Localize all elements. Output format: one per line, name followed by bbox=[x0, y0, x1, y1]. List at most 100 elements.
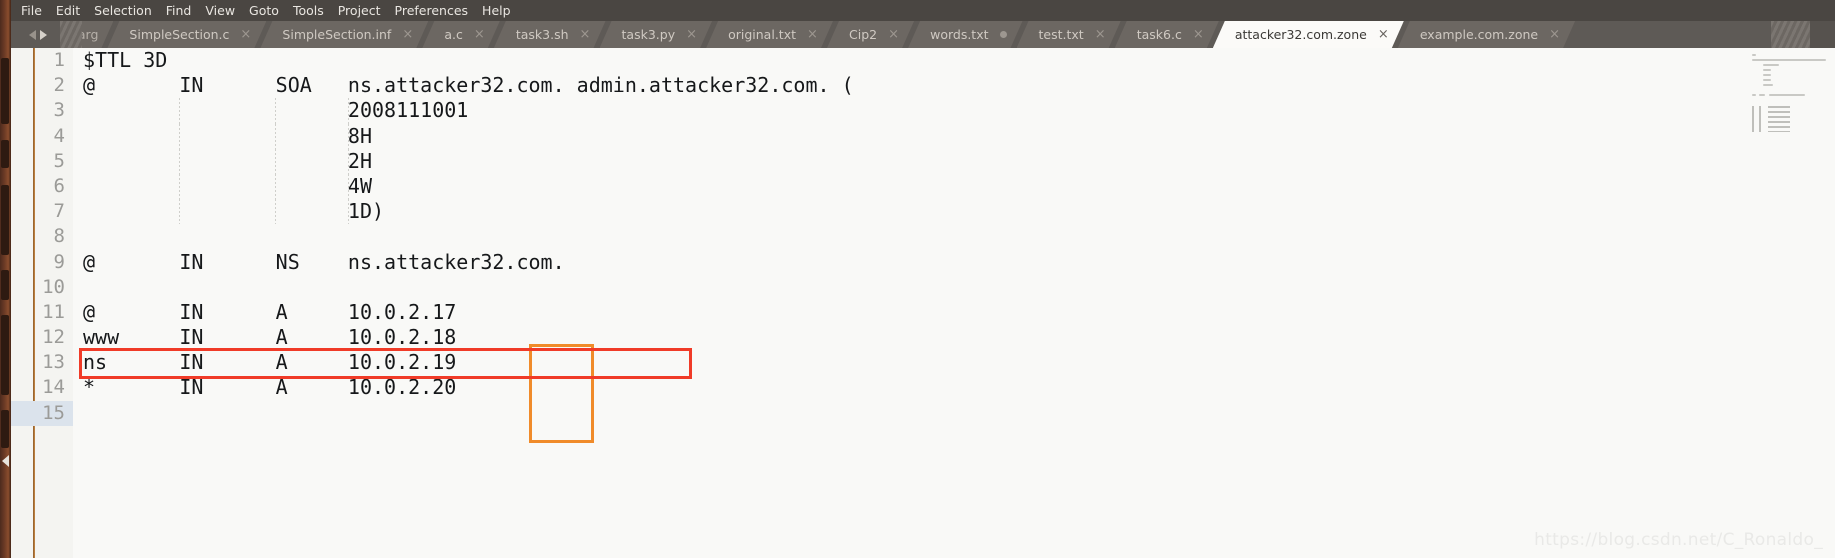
indent-guide bbox=[347, 199, 349, 225]
tab-unsaved-indicator-icon[interactable] bbox=[1000, 31, 1007, 38]
tab-words-txt[interactable]: words.txt bbox=[908, 21, 1022, 48]
tab-a-c[interactable]: a.c × bbox=[422, 21, 500, 48]
code-line[interactable]: 10 bbox=[11, 275, 1835, 300]
code-line-text[interactable]: @ IN SOA ns.attacker32.com. admin.attack… bbox=[73, 73, 1835, 98]
code-text-span: @ IN A 10.0.2.17 bbox=[83, 299, 457, 324]
tab-task6-c[interactable]: task6.c × bbox=[1115, 21, 1219, 48]
tab-close-icon[interactable]: × bbox=[402, 28, 412, 41]
indent-guide bbox=[347, 98, 349, 124]
tab-example-com-zone[interactable]: example.com.zone × bbox=[1398, 21, 1575, 48]
tab-simplesection-inf[interactable]: SimpleSection.inf × bbox=[260, 21, 428, 48]
code-line[interactable]: 7 1D) bbox=[11, 199, 1835, 225]
window-edge-strip bbox=[0, 0, 11, 558]
code-line-text[interactable]: @ IN NS ns.attacker32.com. bbox=[73, 250, 1835, 275]
chevron-right-icon[interactable] bbox=[40, 30, 47, 40]
editor-pane[interactable]: 1 $TTL 3D 2 @ IN SOA ns.attacker32.com. adm… bbox=[11, 48, 1835, 558]
menu-item-goto[interactable]: Goto bbox=[242, 0, 286, 21]
menu-item-file[interactable]: File bbox=[14, 0, 49, 21]
code-line[interactable]: 8 bbox=[11, 224, 1835, 249]
line-number: 11 bbox=[42, 300, 65, 323]
tab-nav-arrows[interactable] bbox=[16, 26, 60, 44]
code-line[interactable]: 14 * IN A 10.0.2.20 bbox=[11, 375, 1835, 400]
chevron-left-icon[interactable] bbox=[29, 30, 36, 40]
scroll-left-arrow-icon[interactable] bbox=[2, 455, 9, 467]
code-line[interactable]: 4 8H bbox=[11, 123, 1835, 149]
minimap[interactable] bbox=[1747, 48, 1835, 558]
code-text-span: @ IN SOA ns.attacker32.com. admin.attack… bbox=[83, 73, 854, 98]
code-line-text[interactable]: 2008111001 bbox=[73, 98, 1835, 124]
code-line[interactable]: 11 @ IN A 10.0.2.17 bbox=[11, 300, 1835, 325]
minimap-line bbox=[1763, 64, 1779, 66]
window-edge-mark-5 bbox=[1, 315, 9, 395]
tab-task3-sh[interactable]: task3.sh × bbox=[494, 21, 606, 48]
tab-simplesection-c[interactable]: SimpleSection.c × bbox=[107, 21, 266, 48]
code-line-text[interactable]: 4W bbox=[73, 173, 1835, 200]
menu-item-selection[interactable]: Selection bbox=[87, 0, 159, 21]
menu-item-help[interactable]: Help bbox=[475, 0, 518, 21]
tab-cip2[interactable]: Cip2 × bbox=[827, 21, 914, 48]
tab-close-icon[interactable]: × bbox=[580, 28, 590, 41]
tab-close-icon[interactable]: × bbox=[1378, 28, 1388, 41]
line-number: 7 bbox=[53, 200, 65, 223]
code-line-text[interactable] bbox=[73, 275, 1835, 300]
minimap-line bbox=[1763, 74, 1771, 76]
menu-item-tools[interactable]: Tools bbox=[286, 0, 331, 21]
tab-close-icon[interactable]: × bbox=[240, 28, 250, 41]
tab-label: original.txt bbox=[728, 27, 796, 42]
line-number: 9 bbox=[53, 250, 65, 273]
menu-item-preferences[interactable]: Preferences bbox=[388, 0, 476, 21]
indent-guide bbox=[179, 173, 181, 200]
tab-close-icon[interactable]: × bbox=[1095, 28, 1105, 41]
menu-item-find[interactable]: Find bbox=[159, 0, 199, 21]
line-number: 15 bbox=[11, 400, 73, 426]
code-line-text[interactable]: @ IN A 10.0.2.17 bbox=[73, 300, 1835, 325]
code-line-text[interactable]: $TTL 3D bbox=[73, 48, 1835, 73]
tab-label: words.txt bbox=[930, 27, 989, 42]
tab-close-icon[interactable]: × bbox=[888, 28, 898, 41]
code-text-area[interactable]: 1 $TTL 3D 2 @ IN SOA ns.attacker32.com. adm… bbox=[11, 48, 1835, 558]
menu-item-view[interactable]: View bbox=[198, 0, 242, 21]
code-line[interactable]: 9 @ IN NS ns.attacker32.com. bbox=[11, 250, 1835, 275]
indent-guide bbox=[275, 148, 277, 174]
code-text-span: 4W bbox=[83, 173, 372, 198]
line-number: 4 bbox=[53, 124, 65, 147]
tab-close-icon[interactable]: × bbox=[1193, 28, 1203, 41]
code-line-text[interactable]: 2H bbox=[73, 148, 1835, 174]
code-line-text[interactable]: 1D) bbox=[73, 199, 1835, 225]
tab-test-txt[interactable]: test.txt × bbox=[1017, 21, 1121, 48]
tab-close-icon[interactable]: × bbox=[807, 28, 817, 41]
code-line[interactable]: 6 4W bbox=[11, 173, 1835, 200]
code-line-text[interactable]: * IN A 10.0.2.20 bbox=[73, 375, 1835, 400]
minimap-line bbox=[1759, 94, 1765, 96]
tab-close-icon[interactable]: × bbox=[474, 28, 484, 41]
tab-close-icon[interactable]: × bbox=[686, 28, 696, 41]
code-line[interactable]: 3 2008111001 bbox=[11, 98, 1835, 124]
tab-label: task3.py bbox=[621, 27, 676, 42]
window-edge-mark-2 bbox=[1, 140, 9, 168]
code-line-text[interactable]: ns IN A 10.0.2.19 bbox=[73, 350, 1835, 375]
tab-close-icon[interactable]: × bbox=[1549, 28, 1559, 41]
tab-original-txt[interactable]: original.txt × bbox=[706, 21, 833, 48]
tab-attacker32-com-zone[interactable]: attacker32.com.zone × bbox=[1213, 21, 1404, 48]
tab-label: a.c bbox=[444, 27, 463, 42]
code-line[interactable]: 5 2H bbox=[11, 148, 1835, 174]
indent-guide bbox=[275, 173, 277, 200]
menu-item-project[interactable]: Project bbox=[331, 0, 388, 21]
code-line-text[interactable]: www IN A 10.0.2.18 bbox=[73, 325, 1835, 350]
code-text-span: $TTL 3D bbox=[83, 48, 168, 72]
tab-overflow-right bbox=[1771, 21, 1811, 48]
code-line[interactable]: 15 bbox=[11, 400, 1835, 426]
code-text-span: 8H bbox=[83, 123, 372, 148]
code-line-text[interactable] bbox=[73, 400, 1835, 426]
code-line[interactable]: 12 www IN A 10.0.2.18 bbox=[11, 325, 1835, 350]
menu-item-edit[interactable]: Edit bbox=[49, 0, 87, 21]
indent-guide bbox=[179, 123, 181, 149]
code-line-text[interactable]: 8H bbox=[73, 123, 1835, 149]
code-line-text[interactable] bbox=[73, 224, 1835, 249]
code-line[interactable]: 13 ns IN A 10.0.2.19 bbox=[11, 350, 1835, 375]
code-line[interactable]: 1 $TTL 3D bbox=[11, 48, 1835, 73]
code-line[interactable]: 2 @ IN SOA ns.attacker32.com. admin.attac… bbox=[11, 73, 1835, 98]
tab-label: test.txt bbox=[1038, 27, 1084, 42]
tab-task3-py[interactable]: task3.py × bbox=[600, 21, 713, 48]
code-text-span: 1D) bbox=[83, 199, 385, 224]
